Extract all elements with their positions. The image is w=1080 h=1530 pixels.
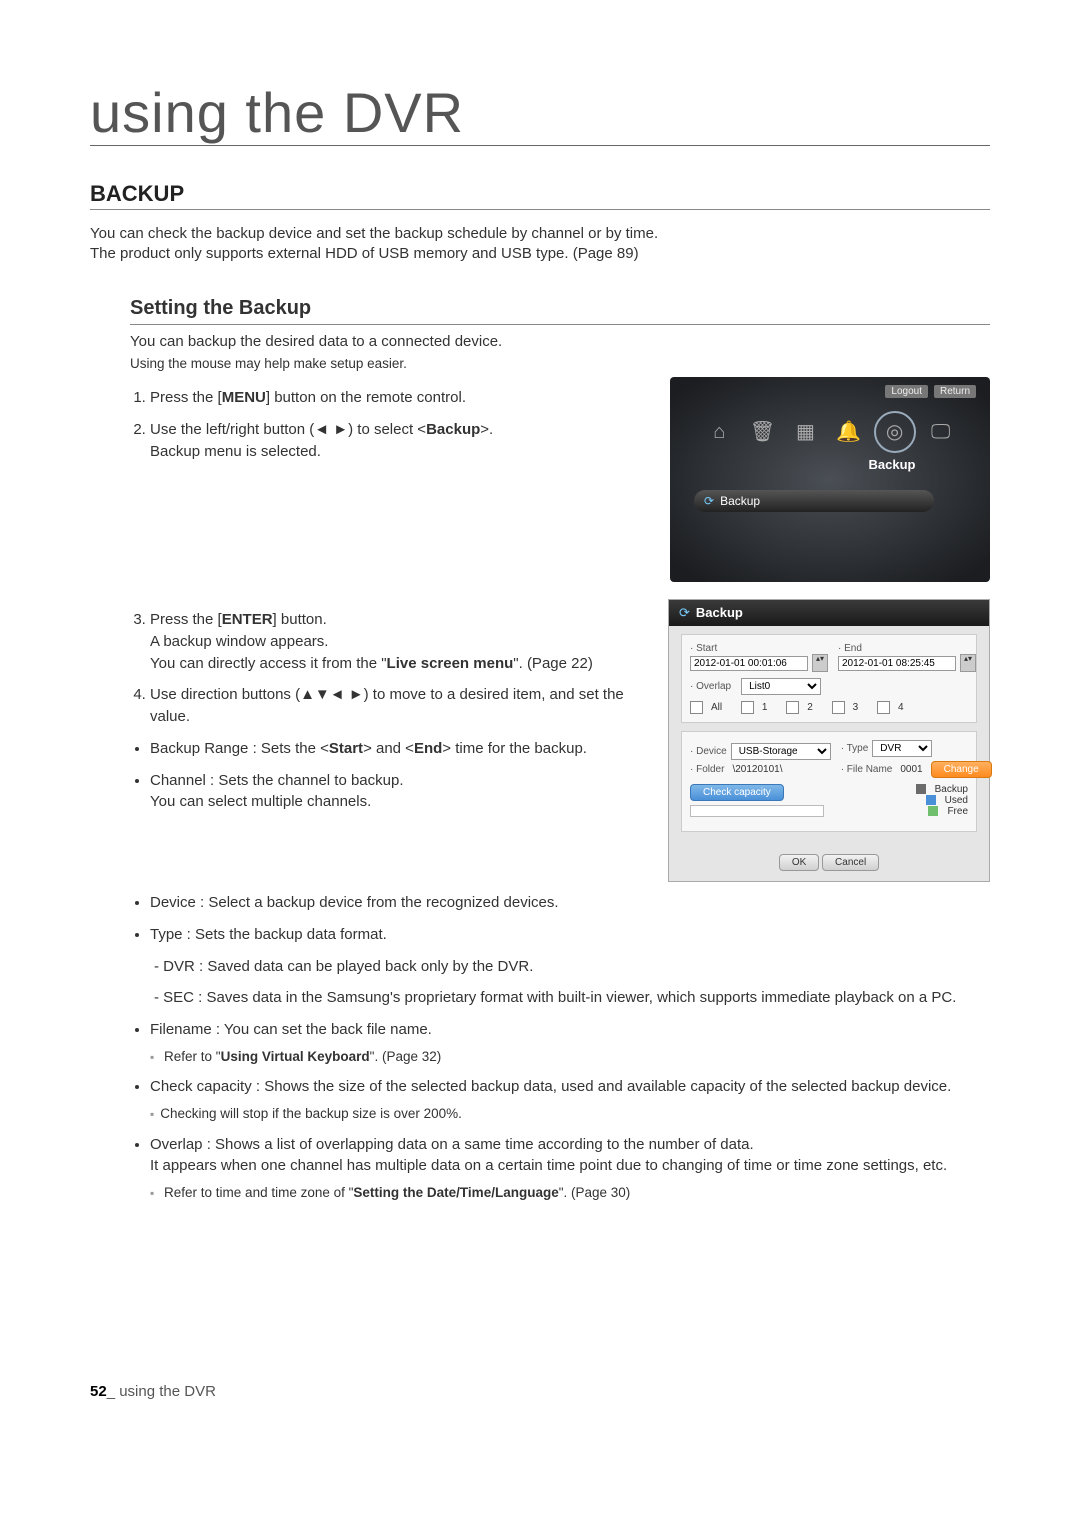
device-label: · Device bbox=[690, 746, 727, 757]
folder-label: · Folder bbox=[690, 764, 724, 775]
backup-icon: ◎ bbox=[874, 411, 916, 453]
cancel-button[interactable]: Cancel bbox=[822, 854, 879, 871]
intro-line-2: The product only supports external HDD o… bbox=[90, 245, 990, 262]
bullet-overlap: Overlap : Shows a list of overlapping da… bbox=[150, 1134, 990, 1203]
start-label: · Start bbox=[690, 643, 828, 654]
device-icon: 🗑 bbox=[744, 414, 780, 450]
step-3: Press the [ENTER] button. A backup windo… bbox=[150, 609, 653, 674]
start-spinner[interactable]: ▴▾ bbox=[812, 654, 828, 672]
start-datetime-input[interactable] bbox=[690, 656, 808, 671]
checkbox-1[interactable] bbox=[741, 701, 754, 714]
change-button[interactable]: Change bbox=[931, 761, 992, 778]
system-icon: ⌂ bbox=[701, 414, 737, 450]
end-spinner[interactable]: ▴▾ bbox=[960, 654, 976, 672]
page-footer: 52_ using the DVR bbox=[90, 1383, 990, 1400]
page-header: using the DVR bbox=[90, 80, 990, 146]
bullet-backup-range: Backup Range : Sets the <Start> and <End… bbox=[150, 738, 653, 760]
network-icon: 🖵 bbox=[923, 414, 959, 450]
step-1: Press the [MENU] button on the remote co… bbox=[150, 387, 655, 409]
figure-logout-button: Logout bbox=[885, 385, 928, 398]
figure-return-button: Return bbox=[934, 385, 976, 398]
filename-value: 0001 bbox=[900, 764, 922, 775]
capacity-legend: Backup Used Free bbox=[834, 784, 968, 817]
figure-menu-label: Backup bbox=[670, 457, 990, 472]
sub-title-setting-backup: Setting the Backup bbox=[130, 297, 990, 325]
capacity-note: Checking will stop if the backup size is… bbox=[150, 1104, 990, 1124]
intro-line-1: You can check the backup device and set … bbox=[90, 225, 990, 242]
record-icon: ▦ bbox=[787, 414, 823, 450]
overlap-select[interactable]: List0 bbox=[741, 678, 821, 695]
figure-backup-dialog: Backup · Start ▴▾ · bbox=[668, 599, 990, 882]
bullet-type-sec: SEC : Saves data in the Samsung's propri… bbox=[168, 987, 990, 1009]
figure-submenu-backup: Backup bbox=[694, 490, 934, 512]
check-capacity-button[interactable]: Check capacity bbox=[690, 784, 784, 801]
bullet-filename: Filename : You can set the back file nam… bbox=[150, 1019, 990, 1066]
checkbox-4[interactable] bbox=[877, 701, 890, 714]
page-number: 52 bbox=[90, 1383, 107, 1400]
checkbox-2[interactable] bbox=[786, 701, 799, 714]
channel-checkboxes: All 1 2 3 4 bbox=[690, 701, 968, 714]
lead-text: You can backup the desired data to a con… bbox=[130, 333, 990, 350]
overlap-label: · Overlap bbox=[690, 681, 731, 692]
end-label: · End bbox=[838, 643, 976, 654]
section-title-backup: BACKUP bbox=[90, 181, 990, 210]
intro-block: You can check the backup device and set … bbox=[90, 225, 990, 262]
folder-value: \20120101\ bbox=[732, 764, 782, 775]
end-datetime-input[interactable] bbox=[838, 656, 956, 671]
bullet-channel: Channel : Sets the channel to backup. Yo… bbox=[150, 770, 653, 814]
ok-button[interactable]: OK bbox=[779, 854, 819, 871]
event-icon: 🔔 bbox=[831, 414, 867, 450]
filename-label: · File Name bbox=[841, 764, 893, 775]
step-4: Use direction buttons (▲▼◄ ►) to move to… bbox=[150, 684, 653, 728]
dialog-title: Backup bbox=[669, 600, 989, 626]
bullet-type-dvr: DVR : Saved data can be played back only… bbox=[168, 956, 990, 978]
type-select[interactable]: DVR bbox=[872, 740, 932, 757]
checkbox-all[interactable] bbox=[690, 701, 703, 714]
lead-note: Using the mouse may help make setup easi… bbox=[130, 356, 990, 371]
device-select[interactable]: USB-Storage bbox=[731, 743, 831, 760]
footer-text: using the DVR bbox=[119, 1383, 216, 1400]
checkbox-3[interactable] bbox=[832, 701, 845, 714]
figure-main-menu: Logout Return ⌂ 🗑 ▦ 🔔 ◎ 🖵 Backup Backup bbox=[670, 377, 990, 582]
bullet-type: Type : Sets the backup data format. DVR … bbox=[150, 924, 990, 1009]
bullet-check-capacity: Check capacity : Shows the size of the s… bbox=[150, 1076, 990, 1123]
step-2: Use the left/right button (◄ ►) to selec… bbox=[150, 419, 655, 463]
type-label: · Type bbox=[841, 743, 869, 754]
bullet-device: Device : Select a backup device from the… bbox=[150, 892, 990, 914]
